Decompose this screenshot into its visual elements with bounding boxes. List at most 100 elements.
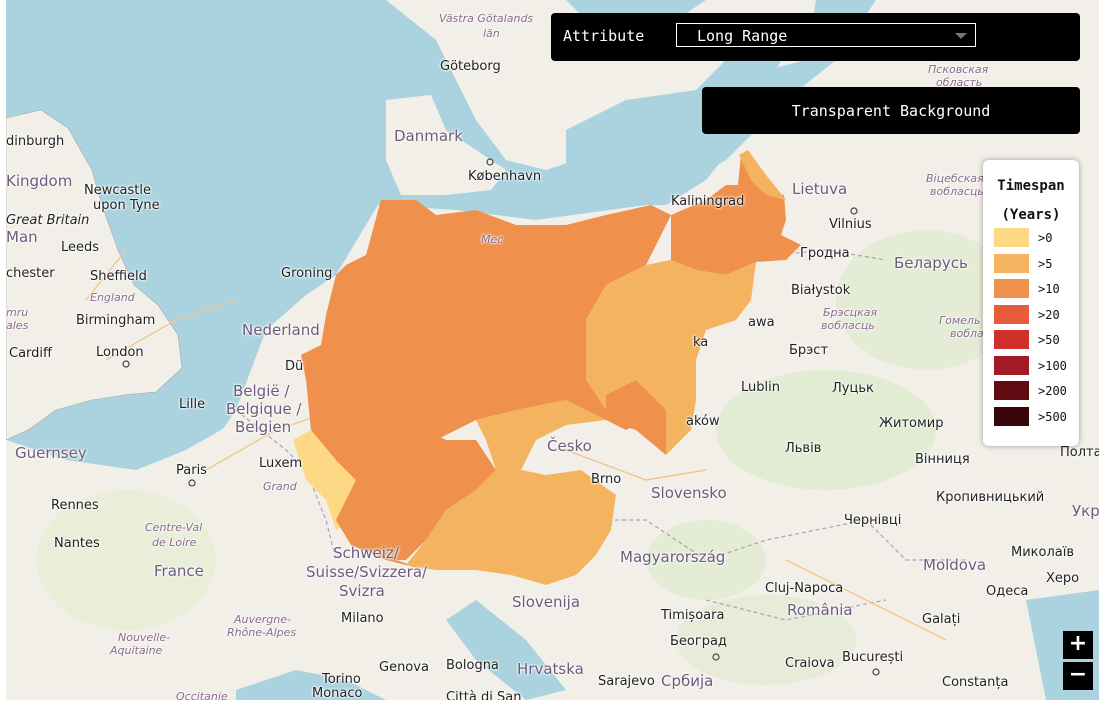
- map-label: Львів: [785, 441, 822, 456]
- map-label: Mec: [481, 233, 504, 246]
- legend-title: Timespan (Years): [983, 172, 1079, 230]
- map-label: Torino: [322, 672, 361, 687]
- map-label: Cardiff: [9, 346, 52, 361]
- map-label: Galați: [922, 612, 961, 627]
- map-label: Città di San: [446, 690, 522, 700]
- map-label: Беларусь: [894, 254, 968, 272]
- legend: Timespan (Years) >0 >5 >10 >20 >50 >100 >200 >5…: [983, 160, 1079, 446]
- map-label: вобласць: [930, 185, 984, 198]
- map-label: Constanța: [942, 675, 1009, 690]
- map-label: вобла: [950, 327, 984, 340]
- map-label: Milano: [341, 611, 384, 626]
- map-label: län: [483, 27, 500, 40]
- legend-title-line2: (Years): [1001, 207, 1061, 223]
- map-label: Magyarország: [620, 548, 726, 566]
- map-label: Slovensko: [651, 484, 727, 502]
- map-label: Kaliningrad: [671, 194, 745, 209]
- map-label: Херо: [1046, 571, 1080, 586]
- map-label: Београд: [670, 634, 727, 649]
- map-label: Belgique /: [226, 400, 302, 418]
- legend-label: >0: [1038, 231, 1053, 245]
- map-label: Paris: [176, 463, 207, 478]
- map-label: Birmingham: [76, 313, 156, 328]
- map-label: Newcastle: [84, 183, 151, 198]
- map-label: Cluj-Napoca: [765, 581, 844, 596]
- map-label: Nouvelle-: [118, 631, 171, 644]
- legend-label: >10: [1038, 282, 1060, 296]
- map-label: Białystok: [791, 283, 851, 298]
- map-label: België /: [233, 382, 290, 400]
- zoom-out-button[interactable]: −: [1063, 662, 1093, 690]
- legend-swatch: [994, 406, 1029, 426]
- map-label: Belgien: [235, 418, 292, 436]
- map-label: Nederland: [242, 321, 320, 339]
- map-label: awa: [748, 315, 775, 330]
- map-label: Dü: [285, 359, 304, 374]
- map-label: Полта: [1060, 445, 1099, 460]
- map-label: Nantes: [54, 536, 100, 551]
- legend-swatch: [994, 381, 1029, 400]
- attribute-select[interactable]: Long Range: [676, 23, 976, 47]
- legend-label: >200: [1038, 384, 1067, 398]
- map-label: ales: [6, 319, 29, 332]
- map-label: România: [787, 601, 853, 619]
- map-label: Вінниця: [915, 452, 970, 467]
- map-label: de Loire: [152, 536, 197, 549]
- legend-label: >5: [1038, 256, 1053, 271]
- map-label: Sheffield: [90, 269, 147, 284]
- map-label: Västra Götalands: [439, 12, 534, 25]
- legend-label: >500: [1038, 409, 1067, 424]
- legend-label: >100: [1038, 358, 1067, 373]
- attribute-label: Attribute: [563, 27, 645, 45]
- map-label: Hrvatska: [517, 660, 584, 678]
- legend-label: >20: [1038, 307, 1060, 322]
- map-label: Србија: [661, 672, 714, 690]
- map-label: Кропивницький: [936, 490, 1045, 505]
- legend-label: >50: [1038, 333, 1060, 347]
- attribute-panel: Attribute Long Range: [551, 13, 1080, 61]
- map-label: Rhône-Alpes: [227, 626, 297, 639]
- map-label: Great Britain: [6, 213, 90, 228]
- map-label: Grand: [263, 480, 297, 493]
- legend-swatch: [994, 228, 1029, 247]
- map-label: Leeds: [61, 240, 100, 255]
- map-label: Луцьк: [832, 381, 874, 396]
- map-label: Одеса: [986, 584, 1029, 599]
- map-label: Luxem: [259, 456, 303, 471]
- legend-swatch: [994, 355, 1029, 375]
- transparent-background-button[interactable]: Transparent Background: [702, 87, 1080, 134]
- chevron-down-icon: [955, 33, 967, 39]
- map-label: dinburgh: [6, 134, 65, 149]
- map-label: Česko: [547, 437, 592, 455]
- map-label: Bologna: [446, 658, 499, 673]
- map-label: вобласць: [821, 319, 875, 332]
- map-label: Гродна: [800, 246, 850, 261]
- map-label: Lietuva: [792, 180, 848, 198]
- map-label: France: [154, 562, 204, 580]
- map-label: Brno: [591, 472, 622, 487]
- zoom-in-button[interactable]: +: [1063, 631, 1093, 659]
- map-label: Віцебская: [926, 172, 984, 185]
- map-label: Kingdom: [6, 172, 73, 190]
- map-label: Slovenija: [512, 593, 581, 611]
- legend-swatch: [994, 279, 1029, 298]
- map-label: Genova: [379, 660, 429, 675]
- map-label: Monaco: [312, 686, 363, 700]
- map-label: Groning: [281, 266, 333, 281]
- map-label: London: [96, 345, 144, 360]
- map-label: København: [468, 169, 542, 184]
- map-label: Danmark: [394, 127, 463, 145]
- map-label: Svizra: [339, 582, 385, 600]
- map-label: Sarajevo: [598, 674, 655, 689]
- map-label: Göteborg: [440, 59, 501, 74]
- map-label: Lublin: [741, 380, 780, 395]
- map-label: Брэсцкая: [823, 306, 878, 319]
- map-label: Житомир: [879, 416, 944, 431]
- map-label: Man: [6, 228, 38, 246]
- map-label: Centre-Val: [145, 521, 203, 534]
- map-label: Craiova: [785, 656, 835, 671]
- map-label: Rennes: [51, 498, 99, 513]
- map-label: chester: [6, 266, 55, 281]
- map-label: Occitanie: [176, 690, 228, 700]
- map-label: Suisse/Svizzera/: [306, 563, 428, 581]
